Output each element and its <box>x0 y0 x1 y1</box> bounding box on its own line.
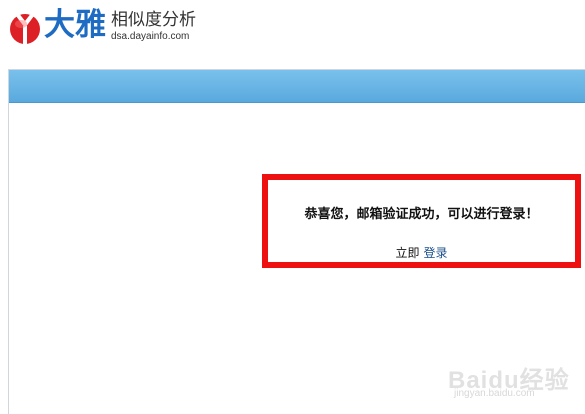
blue-title-bar <box>9 70 585 103</box>
daya-logo-icon <box>10 12 40 44</box>
brand-name: 大雅 <box>44 7 106 43</box>
verification-message-box: 恭喜您，邮箱验证成功，可以进行登录！ 立即 登录 <box>262 174 581 268</box>
watermark-sub: jingyan.baidu.com <box>454 388 535 399</box>
brand-tagline: 相似度分析 <box>111 10 196 30</box>
login-link[interactable]: 登录 <box>424 246 448 260</box>
site-header: 大雅 相似度分析 dsa.dayainfo.com <box>0 0 585 52</box>
brand-domain: dsa.dayainfo.com <box>111 31 190 42</box>
verification-message: 恭喜您，邮箱验证成功，可以进行登录！ <box>304 207 539 222</box>
login-line: 立即 登录 <box>268 246 575 261</box>
login-prefix: 立即 <box>395 246 420 260</box>
baidu-jingyan-watermark: Baidu经验 jingyan.baidu.com <box>448 360 569 404</box>
